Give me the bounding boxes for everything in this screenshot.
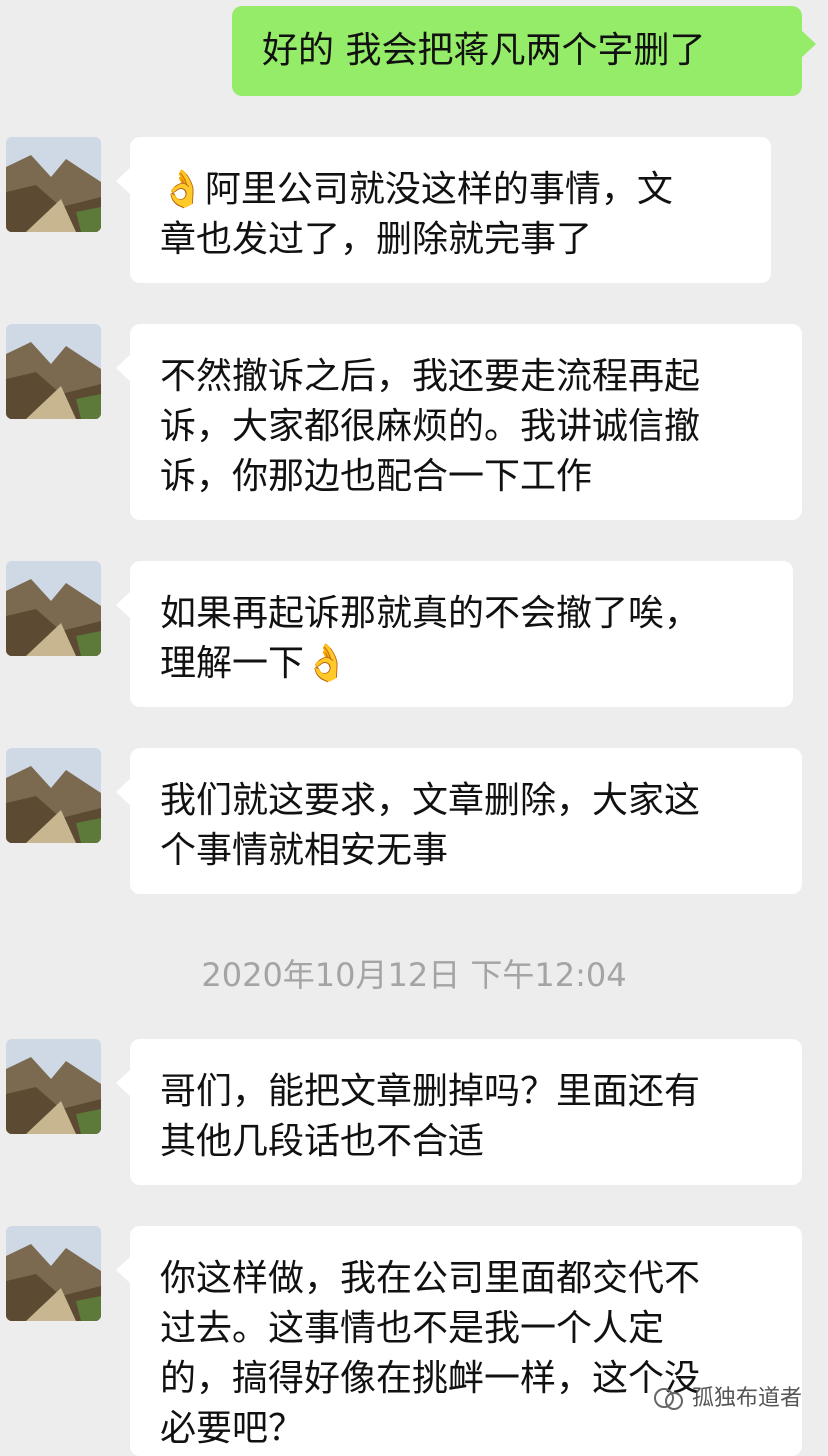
mountain-landscape-icon xyxy=(6,137,101,232)
message-bubble-contact[interactable]: 我们就这要求，文章删除，大家这 个事情就相安无事 xyxy=(116,748,802,894)
contact-avatar[interactable] xyxy=(6,1226,101,1321)
watermark: 孤独布道者 xyxy=(652,1384,802,1414)
mountain-landscape-icon xyxy=(6,748,101,843)
contact-avatar[interactable] xyxy=(6,748,101,843)
wechat-channel-icon xyxy=(653,1388,683,1410)
message-bubble-contact[interactable]: 哥们，能把文章删掉吗？里面还有 其他几段话也不合适 xyxy=(116,1039,802,1185)
contact-avatar[interactable] xyxy=(6,137,101,232)
message-bubble-contact[interactable]: 不然撤诉之后，我还要走流程再起 诉，大家都很麻烦的。我讲诚信撤 诉，你那边也配合… xyxy=(116,324,802,520)
watermark-text: 孤独布道者 xyxy=(691,1386,802,1411)
contact-avatar[interactable] xyxy=(6,1039,101,1134)
contact-avatar[interactable] xyxy=(6,561,101,656)
mountain-landscape-icon xyxy=(6,1039,101,1134)
message-bubble-contact[interactable]: 如果再起诉那就真的不会撤了唉， 理解一下👌 xyxy=(116,561,793,707)
mountain-landscape-icon xyxy=(6,1226,101,1321)
message-bubble-self[interactable]: 好的 我会把蒋凡两个字删了 xyxy=(232,6,816,96)
message-bubble-contact[interactable]: 👌阿里公司就没这样的事情，文 章也发过了，删除就完事了 xyxy=(116,137,771,283)
mountain-landscape-icon xyxy=(6,324,101,419)
chat-timestamp: 2020年10月12日 下午12:04 xyxy=(201,956,627,994)
message-bubble-contact[interactable]: 你这样做，我在公司里面都交代不 过去。这事情也不是我一个人定 的，搞得好像在挑衅… xyxy=(116,1226,802,1456)
mountain-landscape-icon xyxy=(6,561,101,656)
contact-avatar[interactable] xyxy=(6,324,101,419)
